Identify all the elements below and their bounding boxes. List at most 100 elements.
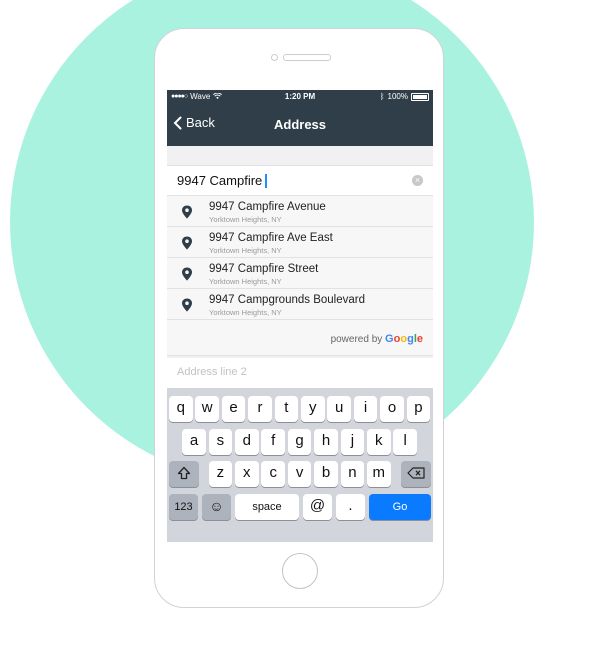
key-label: h [321, 432, 331, 449]
battery-icon [411, 92, 429, 101]
key-b[interactable]: b [314, 461, 338, 487]
result-item[interactable]: 9947 Campfire Street Yorktown Heights, N… [167, 258, 433, 289]
space-key[interactable]: space [235, 494, 299, 520]
autocomplete-results: 9947 Campfire Avenue Yorktown Heights, N… [167, 196, 433, 356]
onscreen-keyboard: 123 ☺ space @ . Go q w e r t y u i o p a… [167, 388, 433, 542]
result-item[interactable]: 9947 Campfire Avenue Yorktown Heights, N… [167, 196, 433, 227]
key-label: j [350, 432, 355, 449]
key-d[interactable]: d [235, 429, 259, 455]
key-label: v [295, 464, 304, 481]
key-n[interactable]: n [340, 461, 365, 487]
result-locality: Yorktown Heights, NY [209, 215, 282, 224]
key-f[interactable]: f [261, 429, 285, 455]
key-label: k [375, 432, 383, 449]
key-label: n [348, 464, 357, 481]
key-l[interactable]: l [393, 429, 417, 455]
dot-key[interactable]: . [336, 494, 365, 520]
key-label: e [229, 399, 238, 416]
key-label: i [363, 399, 368, 416]
key-h[interactable]: h [314, 429, 338, 455]
backspace-key[interactable] [401, 461, 431, 487]
location-pin-icon [182, 298, 192, 312]
battery-percent: 100% [387, 92, 408, 101]
go-button-label: Go [392, 501, 408, 513]
key-z[interactable]: z [208, 461, 233, 487]
key-label: y [309, 399, 317, 416]
key-m[interactable]: m [367, 461, 391, 487]
clear-icon[interactable]: × [412, 175, 423, 186]
result-locality: Yorktown Heights, NY [209, 277, 282, 286]
location-pin-icon [182, 267, 192, 281]
key-label: z [216, 464, 225, 481]
numbers-key[interactable]: 123 [169, 494, 198, 520]
location-pin-icon [182, 236, 192, 250]
key-t[interactable]: t [274, 396, 299, 422]
key-label: c [269, 464, 277, 481]
front-camera [271, 54, 278, 61]
key-e[interactable]: e [221, 396, 246, 422]
dot-key-label: . [348, 497, 353, 514]
key-p[interactable]: p [406, 396, 431, 422]
key-j[interactable]: j [340, 429, 365, 455]
key-g[interactable]: g [287, 429, 312, 455]
back-button[interactable]: Back [173, 115, 215, 130]
key-label: l [403, 432, 407, 449]
result-address: 9947 Campgrounds Boulevard [209, 294, 365, 306]
key-k[interactable]: k [367, 429, 391, 455]
numbers-key-label: 123 [174, 501, 193, 513]
key-label: x [243, 464, 251, 481]
key-r[interactable]: r [248, 396, 272, 422]
location-pin-icon [182, 205, 192, 219]
shift-key[interactable] [169, 461, 199, 487]
result-locality: Yorktown Heights, NY [209, 308, 282, 317]
key-y[interactable]: y [301, 396, 325, 422]
result-item[interactable]: 9947 Campfire Ave East Yorktown Heights,… [167, 227, 433, 258]
bluetooth-icon: ᛒ [379, 92, 385, 101]
navigation-bar: Back Address [167, 104, 433, 146]
key-label: a [189, 432, 199, 449]
key-c[interactable]: c [261, 461, 285, 487]
key-label: m [372, 464, 386, 481]
address-line-2-field[interactable]: Address line 2 [167, 358, 433, 388]
key-x[interactable]: x [235, 461, 259, 487]
key-w[interactable]: w [195, 396, 219, 422]
go-button[interactable]: Go [369, 494, 431, 520]
key-label: p [414, 399, 423, 416]
address-line-2-placeholder: Address line 2 [177, 366, 247, 378]
powered-by-prefix: powered by [330, 334, 386, 345]
shift-icon [177, 466, 191, 480]
chevron-left-icon [173, 116, 182, 129]
earpiece-speaker [283, 54, 331, 61]
key-label: q [176, 399, 185, 416]
key-label: g [295, 432, 304, 449]
key-o[interactable]: o [380, 396, 404, 422]
key-u[interactable]: u [327, 396, 351, 422]
home-button[interactable] [282, 553, 318, 589]
result-address: 9947 Campfire Street [209, 263, 319, 275]
key-i[interactable]: i [353, 396, 378, 422]
key-label: u [335, 399, 344, 416]
emoji-icon: ☺ [209, 498, 224, 514]
key-label: s [216, 432, 225, 449]
space-key-label: space [252, 501, 282, 513]
phone-frame: ●●●●○ Wave 1:20 PM ᛒ 100% Back Address 9… [154, 28, 444, 608]
phone-screen: ●●●●○ Wave 1:20 PM ᛒ 100% Back Address 9… [167, 90, 433, 542]
key-v[interactable]: v [287, 461, 312, 487]
result-item[interactable]: 9947 Campgrounds Boulevard Yorktown Heig… [167, 289, 433, 320]
backspace-icon [407, 467, 425, 479]
key-label: o [387, 399, 397, 416]
key-label: f [271, 432, 276, 449]
at-key[interactable]: @ [303, 494, 332, 520]
address-search-field[interactable]: 9947 Campfire × [167, 165, 433, 196]
result-locality: Yorktown Heights, NY [209, 246, 282, 255]
key-label: d [242, 432, 251, 449]
key-s[interactable]: s [208, 429, 233, 455]
key-label: w [201, 399, 213, 416]
key-a[interactable]: a [182, 429, 206, 455]
back-label: Back [186, 115, 215, 130]
at-key-label: @ [309, 497, 326, 514]
text-cursor [265, 173, 268, 188]
key-q[interactable]: q [169, 396, 193, 422]
emoji-key[interactable]: ☺ [202, 494, 231, 520]
search-input-value: 9947 Campfire [177, 173, 263, 188]
